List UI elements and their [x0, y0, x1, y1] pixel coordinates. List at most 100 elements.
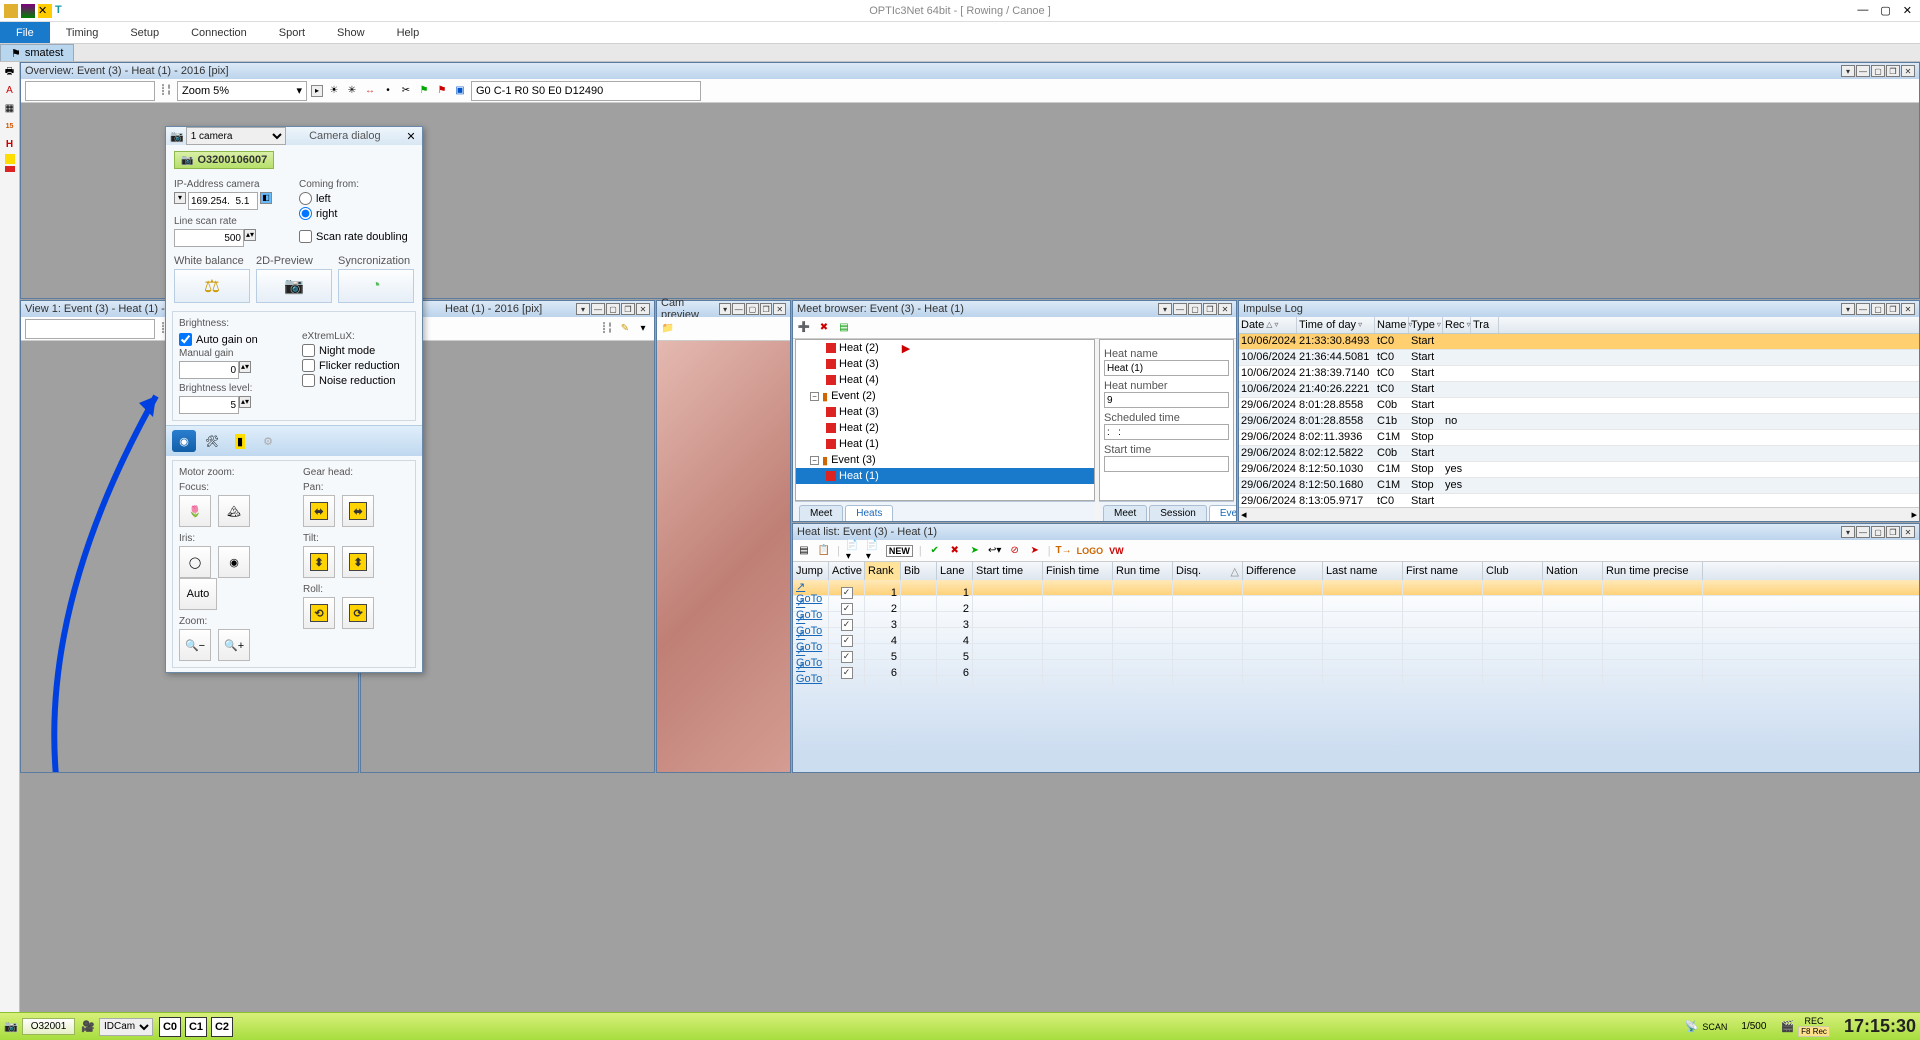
v2-dd-icon[interactable]: ▾ — [636, 322, 650, 336]
from-left-radio[interactable]: left — [299, 192, 414, 205]
ov-play-icon[interactable]: ▸ — [311, 85, 323, 97]
il-min-icon[interactable]: — — [1856, 303, 1870, 315]
sb-device[interactable]: O32001 — [22, 1018, 76, 1035]
ip-dd-icon[interactable]: ▾ — [174, 192, 186, 204]
zoom-select[interactable]: Zoom 5%▾ — [177, 81, 307, 101]
tab-heats[interactable]: Heats — [845, 505, 893, 521]
cp-folder-icon[interactable]: 📁 — [661, 322, 675, 336]
noise-check[interactable]: Noise reduction — [302, 374, 409, 387]
zoom-in-button[interactable]: 🔍+ — [218, 629, 250, 661]
menu-file[interactable]: File — [0, 22, 50, 43]
tree-item-selected[interactable]: Heat (1) — [839, 470, 879, 482]
focus-near-button[interactable]: 🌷 — [179, 495, 211, 527]
hl-exp-icon[interactable]: ➤ — [1028, 544, 1042, 558]
night-check[interactable]: Night mode — [302, 344, 409, 357]
panel-max-icon[interactable]: ▢ — [1871, 65, 1885, 77]
menu-show[interactable]: Show — [321, 22, 381, 43]
hl-min-icon[interactable]: — — [1856, 526, 1870, 538]
heatlist-row[interactable]: ↗ GoTo ✓ 44 — [793, 628, 1919, 644]
impulse-row[interactable]: 29/06/20248:02:11.3936C1MStop — [1239, 430, 1919, 446]
sync-button[interactable]: ◔ — [338, 269, 414, 303]
filter-icon[interactable]: ▿ — [1467, 320, 1471, 329]
impulse-row[interactable]: 10/06/202421:36:44.5081tC0Start — [1239, 350, 1919, 366]
camera-select[interactable]: 1 camera — [186, 127, 286, 145]
impulse-body[interactable]: 10/06/202421:33:30.8493tC0Start10/06/202… — [1239, 334, 1919, 507]
camtab-lens-icon[interactable]: ◉ — [172, 430, 196, 452]
impulse-row[interactable]: 10/06/202421:33:30.8493tC0Start — [1239, 334, 1919, 350]
mb-dd-icon[interactable]: ▾ — [1158, 303, 1172, 315]
doc-tab[interactable]: ⚑ smatest — [0, 44, 74, 61]
impulse-row[interactable]: 29/06/20248:01:28.8558C1bStopno — [1239, 414, 1919, 430]
hl-new-btn[interactable]: NEW — [886, 545, 913, 557]
ip-input[interactable] — [188, 192, 258, 210]
puzzle-icon[interactable]: ▣ — [453, 84, 467, 98]
mb-min-icon[interactable]: — — [1173, 303, 1187, 315]
flag-green-icon[interactable]: ⚑ — [417, 84, 431, 98]
ftab-event[interactable]: Event — [1209, 505, 1236, 521]
focus-far-button[interactable]: 🏔 — [218, 495, 250, 527]
il-close-icon[interactable]: ✕ — [1901, 303, 1915, 315]
iris-close-button[interactable]: ◉ — [218, 546, 250, 578]
mb-new-icon[interactable]: ➕ — [797, 321, 811, 335]
iris-open-button[interactable]: ◯ — [179, 546, 211, 578]
collapse-icon[interactable]: − — [810, 456, 819, 465]
ftab-meet[interactable]: Meet — [1103, 505, 1147, 521]
tree-item[interactable]: Heat (3) — [839, 406, 879, 418]
goto-link[interactable]: ↗ GoTo — [796, 660, 825, 685]
p2d-button[interactable]: 📷 — [256, 269, 332, 303]
impulse-row[interactable]: 29/06/20248:12:50.1680C1MStopyes — [1239, 478, 1919, 494]
hl-cal-icon[interactable]: 📋 — [817, 544, 831, 558]
v2-dropdown-icon[interactable]: ▾ — [576, 303, 590, 315]
tree-item[interactable]: Heat (3) — [839, 358, 879, 370]
cam-id-chip[interactable]: 📷 O3200106007 — [174, 151, 274, 169]
hl-arr-icon[interactable]: ↩▾ — [988, 544, 1002, 558]
camtab-tools-icon[interactable]: 🛠 — [200, 430, 224, 452]
v2-max-icon[interactable]: ▢ — [606, 303, 620, 315]
doubling-check[interactable]: Scan rate doubling — [299, 230, 414, 243]
ip-lookup-icon[interactable]: ◧ — [260, 192, 272, 204]
sb-c1[interactable]: C1 — [185, 1017, 207, 1037]
panel-close-icon[interactable]: ✕ — [1901, 65, 1915, 77]
heatlist-row[interactable]: ↗ GoTo ✓ 33 — [793, 612, 1919, 628]
close-icon[interactable]: ✕ — [1903, 4, 1912, 17]
v2-ic2-icon[interactable]: ✎ — [618, 322, 632, 336]
v2-close-icon[interactable]: ✕ — [636, 303, 650, 315]
tree-event[interactable]: Event (2) — [831, 390, 876, 402]
sb-c0[interactable]: C0 — [159, 1017, 181, 1037]
start-input[interactable] — [1104, 456, 1229, 472]
menu-timing[interactable]: Timing — [50, 22, 115, 43]
autogain-check[interactable]: Auto gain on — [179, 333, 286, 346]
tilt-up-button[interactable]: ⬍ — [303, 546, 335, 578]
heatlist-body[interactable]: ↗ GoTo ✓ 11 ↗ GoTo ✓ 22 ↗ GoTo ✓ 33 ↗ Go… — [793, 580, 1919, 772]
il-max-icon[interactable]: ▢ — [1871, 303, 1885, 315]
lt-h-icon[interactable]: H — [2, 136, 18, 152]
lt-pdf-icon[interactable]: A — [2, 82, 18, 98]
tree-item[interactable]: Heat (2) — [839, 422, 879, 434]
mb-close-icon[interactable]: ✕ — [1218, 303, 1232, 315]
impulse-row[interactable]: 29/06/20248:01:28.8558C0bStart — [1239, 398, 1919, 414]
menu-sport[interactable]: Sport — [263, 22, 321, 43]
filter-icon[interactable]: ▿ — [1437, 320, 1441, 329]
bright-spin-icon[interactable]: ▴▾ — [239, 396, 251, 408]
hl-t-icon[interactable]: T→ — [1057, 544, 1071, 558]
lt-print-icon[interactable]: 🖶 — [2, 64, 18, 80]
link-icon[interactable]: ↔ — [363, 84, 377, 98]
cut-icon[interactable]: ✂ — [399, 84, 413, 98]
cp-max-icon[interactable]: ▢ — [746, 303, 759, 315]
cp-min-icon[interactable]: — — [732, 303, 745, 315]
hl-dd-icon[interactable]: ▾ — [1841, 526, 1855, 538]
hl-imp-icon[interactable]: ➤ — [968, 544, 982, 558]
mangain-spin-icon[interactable]: ▴▾ — [239, 361, 251, 373]
il-dd-icon[interactable]: ▾ — [1841, 303, 1855, 315]
tree-item[interactable]: Heat (4) — [839, 374, 879, 386]
menu-connection[interactable]: Connection — [175, 22, 263, 43]
v2-ic1-icon[interactable]: ┊╎ — [600, 322, 614, 336]
hl-logo-btn[interactable]: LOGO — [1077, 546, 1104, 556]
hl-rest-icon[interactable]: ❐ — [1886, 526, 1900, 538]
dot-icon[interactable]: • — [381, 84, 395, 98]
flag-red-icon[interactable]: ⚑ — [435, 84, 449, 98]
mb-del-icon[interactable]: ✖ — [817, 321, 831, 335]
camtab-gear-icon[interactable]: ⚙ — [256, 430, 280, 452]
menu-setup[interactable]: Setup — [114, 22, 175, 43]
filter-icon[interactable]: ▿ — [1358, 320, 1362, 329]
